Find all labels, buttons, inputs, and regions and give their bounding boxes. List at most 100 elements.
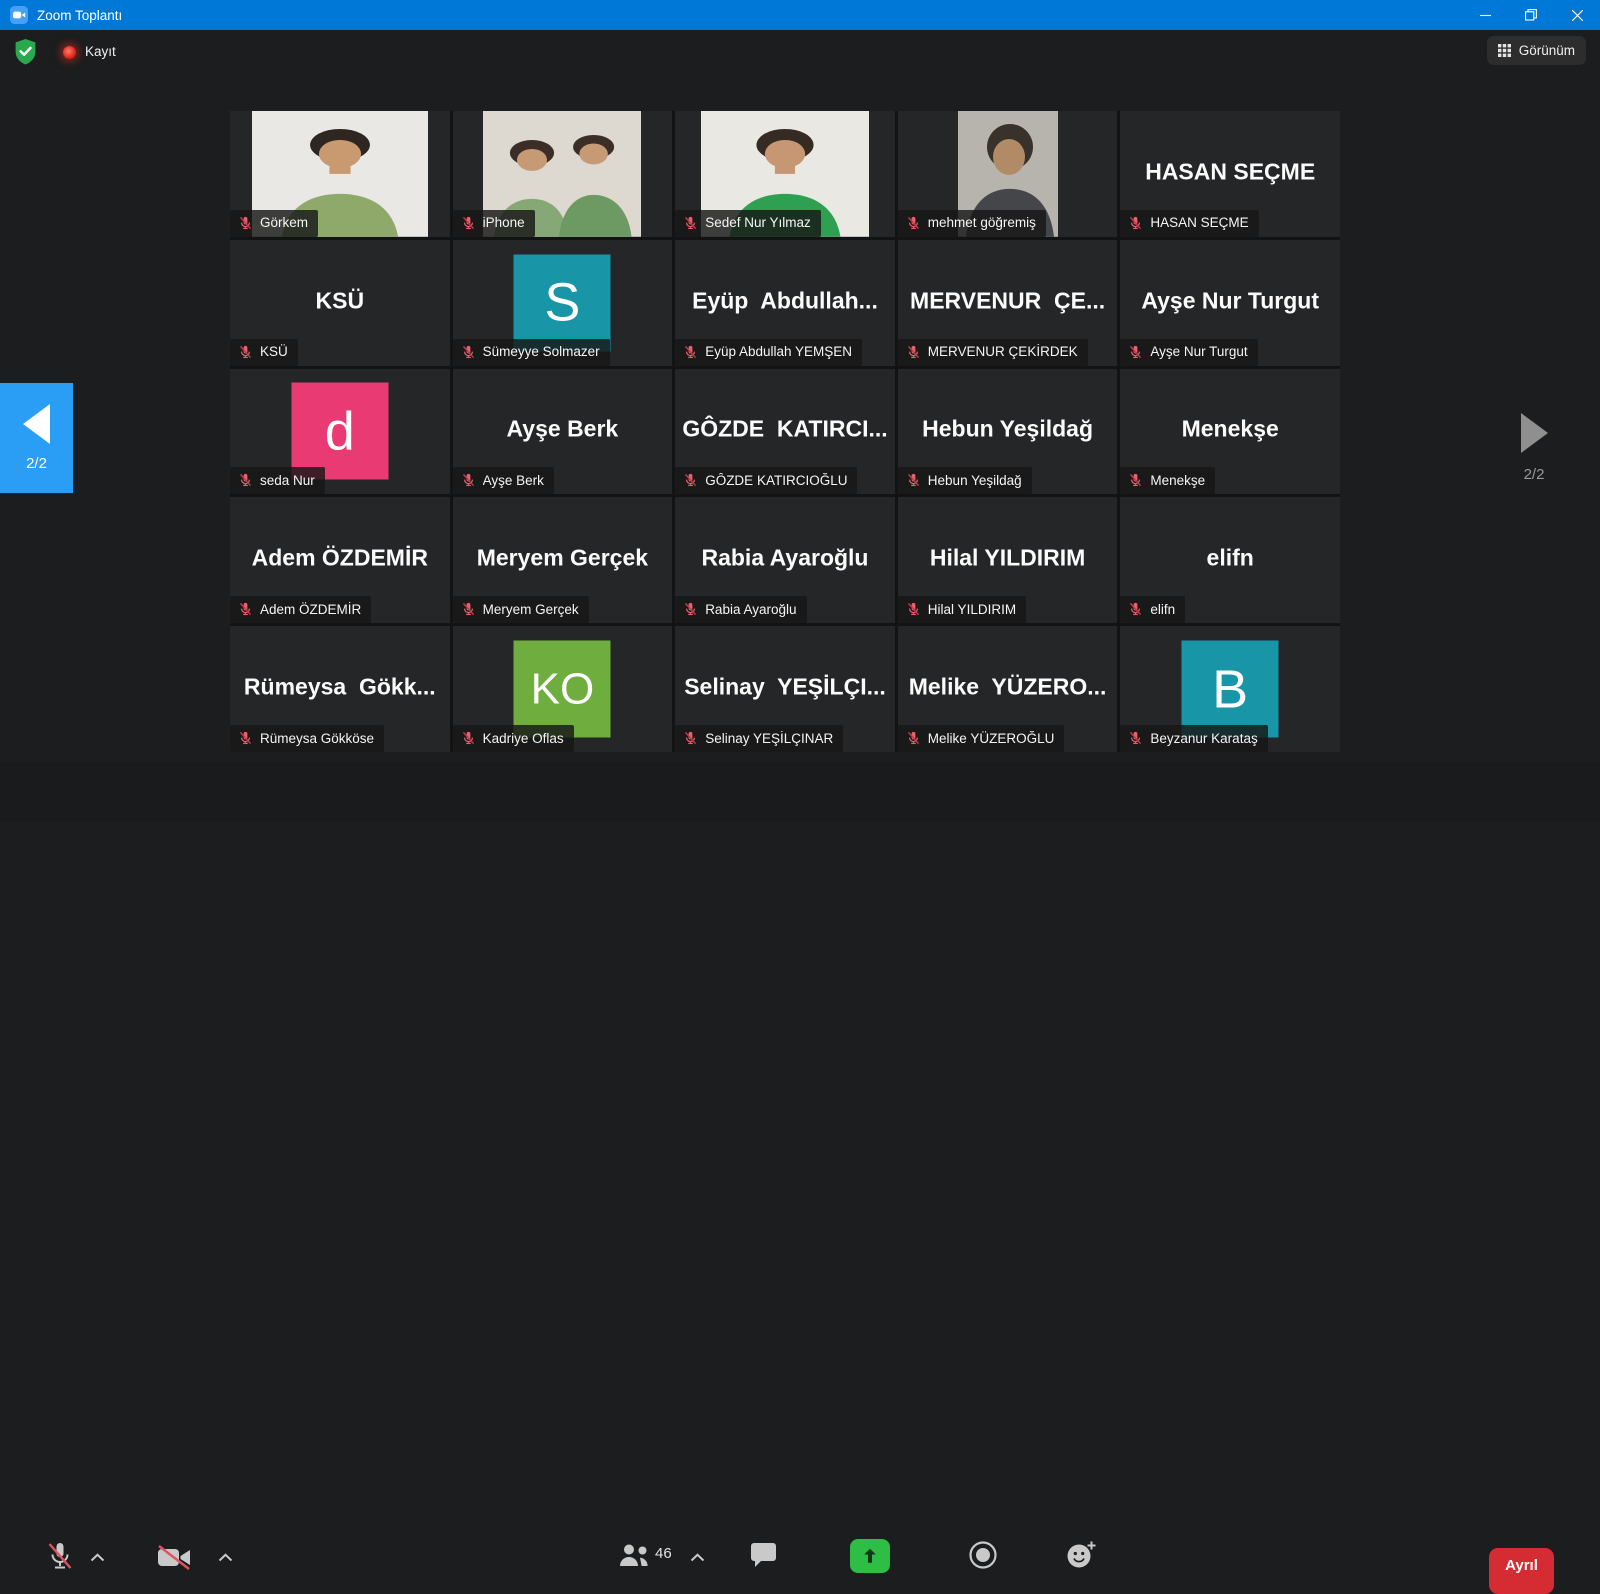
participant-name-label: Meryem Gerçek: [483, 602, 579, 617]
participant-tile[interactable]: B Beyzanur Karataş: [1120, 626, 1340, 752]
mic-muted-icon: [46, 1541, 74, 1573]
participant-name-badge: iPhone: [453, 210, 535, 237]
participant-tile[interactable]: KO Kadriye Oflas: [453, 626, 673, 752]
participant-name-label: Ayşe Berk: [483, 473, 544, 488]
participant-tile[interactable]: HASAN SEÇME HASAN SEÇME: [1120, 111, 1340, 237]
restore-button[interactable]: [1508, 0, 1554, 30]
participant-tile[interactable]: Rabia Ayaroğlu Rabia Ayaroğlu: [675, 497, 895, 623]
record-icon: [968, 1540, 998, 1570]
participant-tile[interactable]: Hilal YILDIRIM Hilal YILDIRIM: [898, 497, 1118, 623]
participant-tile[interactable]: Selinay YEŞİLÇI... Selinay YEŞİLÇINAR: [675, 626, 895, 752]
participant-avatar: B: [1182, 641, 1279, 738]
participant-avatar: KO: [514, 641, 611, 738]
participant-tile[interactable]: Melike YÜZERO... Melike YÜZEROĞLU: [898, 626, 1118, 752]
muted-mic-icon: [683, 344, 698, 360]
participant-name-badge: GÔZDE KATIRCIOĞLU: [675, 467, 857, 494]
camera-muted-icon: [156, 1544, 192, 1571]
caret-up-icon: [690, 1553, 705, 1562]
muted-mic-icon: [906, 472, 921, 488]
participants-options-caret[interactable]: [690, 1553, 705, 1562]
participant-name-label: HASAN SEÇME: [1150, 215, 1248, 230]
muted-mic-icon: [461, 344, 476, 360]
muted-mic-icon: [238, 472, 253, 488]
participant-name-badge: Selinay YEŞİLÇINAR: [675, 725, 843, 752]
participant-tile[interactable]: Ayşe Nur Turgut Ayşe Nur Turgut: [1120, 240, 1340, 366]
video-options-caret[interactable]: [218, 1553, 233, 1562]
participant-tile[interactable]: iPhone: [453, 111, 673, 237]
participant-name-badge: seda Nur: [230, 467, 325, 494]
video-button[interactable]: [156, 1544, 192, 1571]
leave-meeting-button[interactable]: Ayrıl: [1489, 1548, 1554, 1594]
recording-label: Kayıt: [85, 44, 116, 59]
participant-name-badge: Ayşe Nur Turgut: [1120, 339, 1257, 366]
mic-options-caret[interactable]: [90, 1553, 105, 1562]
participant-name-center: Menekşe: [1126, 416, 1334, 443]
participant-tile[interactable]: Adem ÖZDEMİR Adem ÖZDEMİR: [230, 497, 450, 623]
participant-name-center: Adem ÖZDEMİR: [236, 545, 444, 572]
participant-name-badge: Eyüp Abdullah YEMŞEN: [675, 339, 862, 366]
participant-tile[interactable]: Hebun Yeşildağ Hebun Yeşildağ: [898, 369, 1118, 495]
participant-tile[interactable]: MERVENUR ÇE... MERVENUR ÇEKİRDEK: [898, 240, 1118, 366]
share-screen-button[interactable]: [850, 1539, 890, 1573]
arrow-right-icon: [1521, 413, 1548, 453]
participant-name-badge: MERVENUR ÇEKİRDEK: [898, 339, 1088, 366]
record-button[interactable]: [968, 1540, 998, 1570]
participant-name-label: Menekşe: [1150, 473, 1205, 488]
participant-name-label: Eyüp Abdullah YEMŞEN: [705, 344, 852, 359]
muted-mic-icon: [238, 730, 253, 746]
muted-mic-icon: [683, 472, 698, 488]
participant-tile[interactable]: Sedef Nur Yılmaz: [675, 111, 895, 237]
muted-mic-icon: [1128, 730, 1143, 746]
reactions-icon: [1066, 1540, 1097, 1569]
participant-name-badge: Hebun Yeşildağ: [898, 467, 1032, 494]
participant-name-label: Görkem: [260, 215, 308, 230]
participant-name-center: Ayşe Nur Turgut: [1126, 287, 1334, 314]
participant-tile[interactable]: GÔZDE KATIRCI... GÔZDE KATIRCIOĞLU: [675, 369, 895, 495]
participant-tile[interactable]: Meryem Gerçek Meryem Gerçek: [453, 497, 673, 623]
participant-name-center: Meryem Gerçek: [459, 545, 667, 572]
participant-tile[interactable]: mehmet göğremiş: [898, 111, 1118, 237]
mute-button[interactable]: [46, 1541, 74, 1573]
participant-name-center: Rümeysa Gökk...: [236, 673, 444, 700]
participant-tile[interactable]: Eyüp Abdullah... Eyüp Abdullah YEMŞEN: [675, 240, 895, 366]
participant-name-badge: Sedef Nur Yılmaz: [675, 210, 821, 237]
participant-name-badge: Meryem Gerçek: [453, 596, 589, 623]
participant-tile[interactable]: S Sümeyye Solmazer: [453, 240, 673, 366]
chat-button[interactable]: [750, 1542, 777, 1568]
participant-tile[interactable]: Menekşe Menekşe: [1120, 369, 1340, 495]
muted-mic-icon: [1128, 601, 1143, 617]
participant-name-label: Hebun Yeşildağ: [928, 473, 1022, 488]
participant-tile[interactable]: KSÜ KSÜ: [230, 240, 450, 366]
muted-mic-icon: [683, 601, 698, 617]
participant-tile[interactable]: Rümeysa Gökk... Rümeysa Gökköse: [230, 626, 450, 752]
previous-page-button[interactable]: 2/2: [0, 383, 73, 493]
participant-name-label: Kadriye Oflas: [483, 731, 564, 746]
participant-name-center: Rabia Ayaroğlu: [681, 545, 889, 572]
next-page-button[interactable]: 2/2: [1502, 413, 1566, 483]
view-button-label: Görünüm: [1519, 43, 1575, 58]
participant-tile[interactable]: d seda Nur: [230, 369, 450, 495]
view-button[interactable]: Görünüm: [1487, 36, 1586, 65]
muted-mic-icon: [683, 730, 698, 746]
muted-mic-icon: [906, 601, 921, 617]
participant-name-center: GÔZDE KATIRCI...: [681, 416, 889, 443]
participant-name-label: Rabia Ayaroğlu: [705, 602, 796, 617]
participant-name-label: Beyzanur Karataş: [1150, 731, 1257, 746]
participant-name-center: Hebun Yeşildağ: [904, 416, 1112, 443]
participant-name-badge: Rümeysa Gökköse: [230, 725, 384, 752]
window-controls: [1462, 0, 1600, 30]
participants-button[interactable]: [618, 1543, 651, 1567]
muted-mic-icon: [461, 601, 476, 617]
participant-tile[interactable]: elifn elifn: [1120, 497, 1340, 623]
security-shield-icon[interactable]: [13, 38, 38, 65]
participant-name-badge: KSÜ: [230, 339, 298, 366]
participant-tile[interactable]: Görkem: [230, 111, 450, 237]
participant-name-label: mehmet göğremiş: [928, 215, 1036, 230]
participant-tile[interactable]: Ayşe Berk Ayşe Berk: [453, 369, 673, 495]
close-button[interactable]: [1554, 0, 1600, 30]
reactions-button[interactable]: [1066, 1540, 1097, 1569]
participant-avatar: S: [514, 254, 611, 351]
minimize-button[interactable]: [1462, 0, 1508, 30]
muted-mic-icon: [906, 215, 921, 231]
muted-mic-icon: [238, 344, 253, 360]
